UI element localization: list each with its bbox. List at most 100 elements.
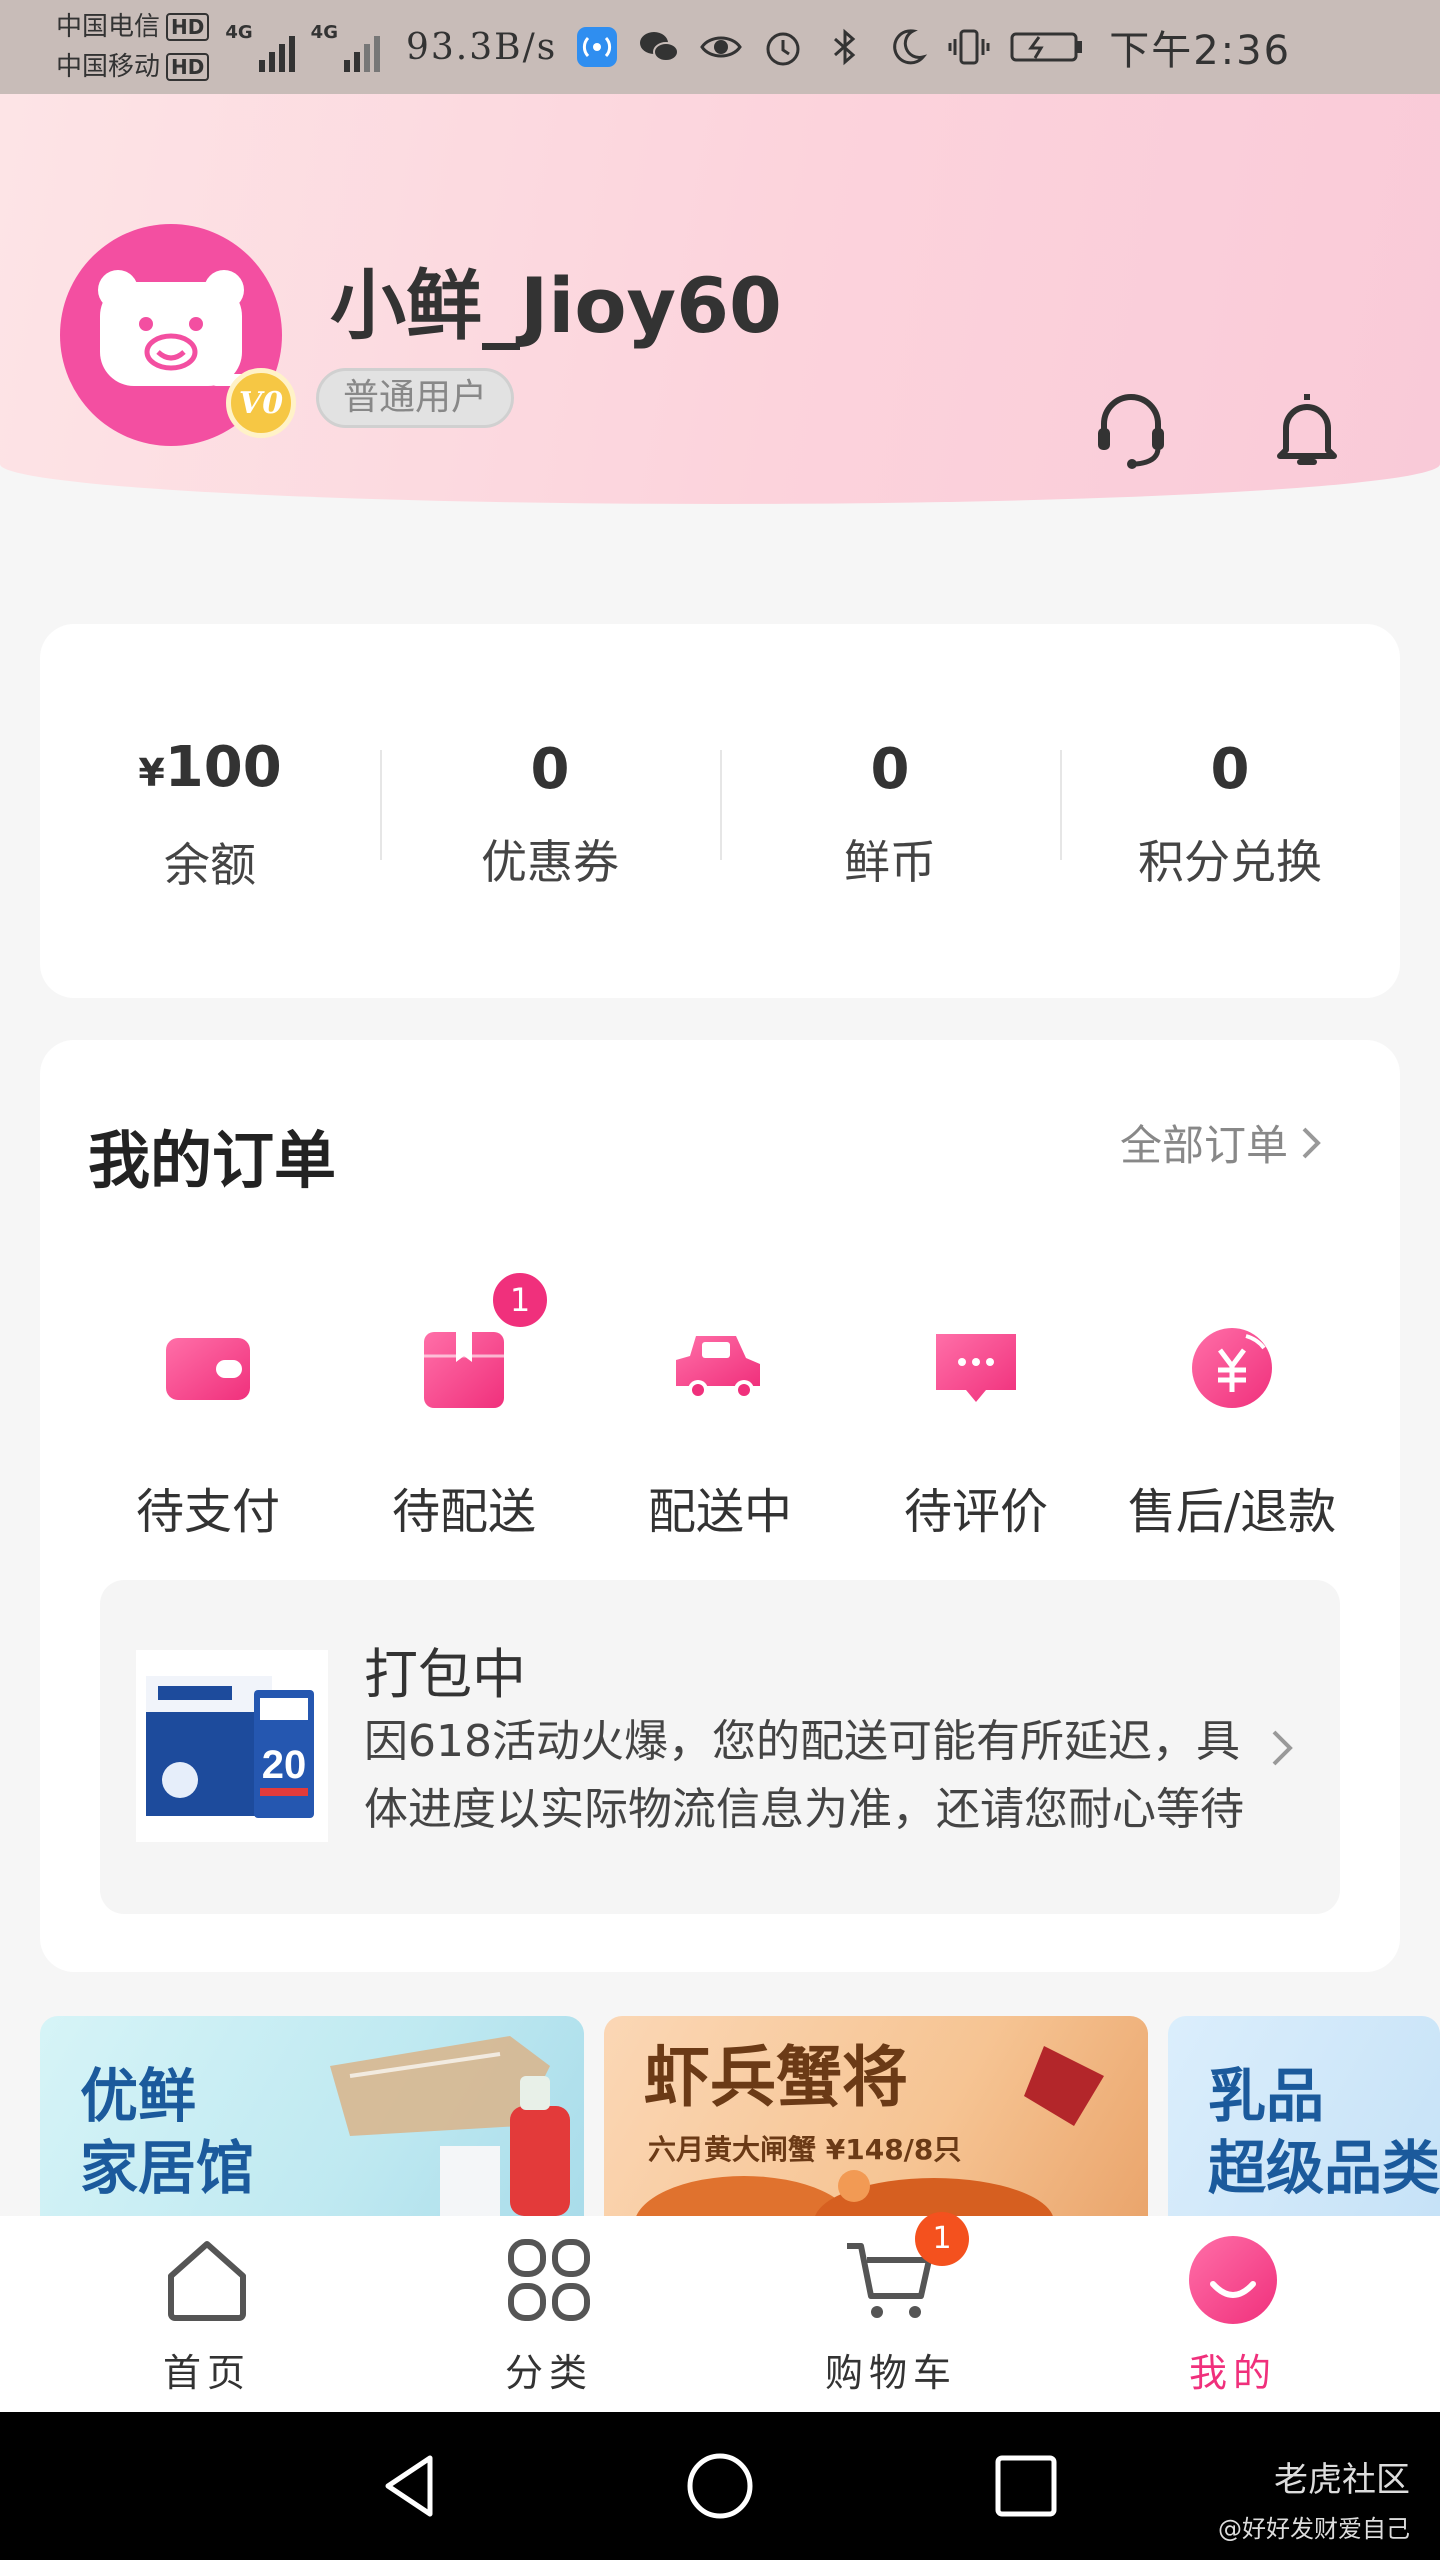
network-type: 4G bbox=[310, 22, 338, 43]
order-state-label: 配送中 bbox=[647, 1484, 792, 1540]
moon-icon bbox=[885, 25, 929, 69]
banner-title-line: 优鲜 bbox=[80, 2062, 197, 2130]
tab-label: 购物车 bbox=[824, 2350, 957, 2395]
asset-value: 0 bbox=[530, 737, 570, 802]
alarm-icon bbox=[761, 25, 805, 69]
package-icon: 1 bbox=[416, 1268, 552, 1416]
home-circle-icon[interactable] bbox=[682, 2448, 758, 2524]
assets-card: ¥100 余额 0 优惠券 0 鲜币 0 积分兑换 bbox=[40, 624, 1400, 998]
order-state-pending-review[interactable]: 待评价 bbox=[866, 1320, 1086, 1542]
carrier-info: 中国电信 HD 中国移动 HD bbox=[56, 7, 210, 87]
order-state-pending-delivery[interactable]: 1 待配送 bbox=[354, 1268, 574, 1542]
bluetooth-icon bbox=[823, 25, 867, 69]
eye-icon bbox=[699, 25, 743, 69]
tab-category[interactable]: 分类 bbox=[449, 2232, 649, 2397]
customer-service-icon[interactable] bbox=[1086, 384, 1176, 474]
orders-title: 我的订单 bbox=[88, 1124, 337, 1197]
order-states: 待支付 1 待配送 配送中 待评价 售后/退款 bbox=[40, 1268, 1400, 1542]
svg-text:20: 20 bbox=[262, 1743, 307, 1787]
refund-icon bbox=[1184, 1320, 1280, 1416]
order-state-pending-payment[interactable]: 待支付 bbox=[98, 1320, 318, 1542]
cookware-image-icon bbox=[330, 2036, 570, 2216]
shipment-title: 打包中 bbox=[364, 1643, 526, 1706]
back-icon[interactable] bbox=[374, 2448, 450, 2524]
watermark-author: @好好发财爱自己 bbox=[1218, 2515, 1410, 2543]
banner-title-line: 超级品类 bbox=[1208, 2134, 1440, 2202]
asset-label: 积分兑换 bbox=[1138, 835, 1322, 889]
asset-value: 0 bbox=[870, 737, 910, 802]
signal-icon: 4G bbox=[311, 22, 380, 72]
crab-image-icon bbox=[636, 2046, 1104, 2216]
user-level-tag: 普通用户 bbox=[316, 368, 515, 428]
delivery-truck-icon bbox=[672, 1320, 768, 1416]
net-speed: 93.3B/s bbox=[405, 26, 558, 68]
asset-label: 余额 bbox=[164, 837, 256, 892]
vip-level-badge: V0 bbox=[226, 368, 296, 438]
signal-icon: 4G bbox=[225, 22, 295, 72]
chevron-right-icon bbox=[1302, 1127, 1321, 1158]
chevron-right-icon bbox=[1272, 1730, 1293, 1766]
banner-title: 优鲜 家居馆 bbox=[80, 2060, 254, 2204]
tab-label: 首页 bbox=[162, 2350, 251, 2395]
balance-value: 100 bbox=[164, 734, 282, 800]
home-icon bbox=[159, 2232, 255, 2328]
profile-header: V0 小鲜_Jioy60 普通用户 bbox=[0, 94, 1440, 504]
wechat-icon bbox=[637, 25, 681, 69]
milk-box-image-icon: 20 bbox=[146, 1676, 314, 1818]
tab-label: 我的 bbox=[1188, 2350, 1277, 2395]
orders-card: 我的订单 全部订单 待支付 1 待配送 配送中 待评价 售后/退款 20 打包中… bbox=[40, 1040, 1400, 1972]
status-bar: 中国电信 HD 中国移动 HD 4G 4G 93.3B/s 下午2:36 bbox=[0, 0, 1440, 94]
tab-label: 分类 bbox=[504, 2350, 593, 2395]
tab-cart[interactable]: 1 购物车 bbox=[791, 2211, 991, 2397]
clock: 下午2:36 bbox=[1109, 28, 1292, 74]
tab-profile[interactable]: 我的 bbox=[1133, 2232, 1333, 2397]
hd-badge: HD bbox=[166, 13, 210, 41]
shipment-status-card[interactable]: 20 打包中 因618活动火爆，您的配送可能有所延迟，具体进度以实际物流信息为准… bbox=[100, 1580, 1340, 1914]
order-state-label: 待支付 bbox=[135, 1484, 280, 1540]
promo-banners: 优鲜 家居馆 虾兵蟹将 六月黄大闸蟹 ¥148/8只 乳品 超级品类 bbox=[40, 2016, 1440, 2216]
system-nav-bar: 老虎社区 @好好发财爱自己 bbox=[0, 2412, 1440, 2560]
recent-apps-icon[interactable] bbox=[988, 2448, 1064, 2524]
order-state-label: 售后/退款 bbox=[1127, 1484, 1337, 1540]
tab-home[interactable]: 首页 bbox=[107, 2232, 307, 2397]
notification-bell-icon[interactable] bbox=[1262, 384, 1352, 474]
banner-crab[interactable]: 虾兵蟹将 六月黄大闸蟹 ¥148/8只 bbox=[604, 2016, 1148, 2216]
currency-symbol: ¥ bbox=[138, 750, 165, 795]
username: 小鲜_Jioy60 bbox=[330, 261, 782, 350]
asset-value: 0 bbox=[1210, 737, 1250, 802]
banner-title-line: 乳品 bbox=[1208, 2062, 1325, 2130]
all-orders-link[interactable]: 全部订单 bbox=[1120, 1112, 1324, 1173]
asset-coupons[interactable]: 0 优惠券 bbox=[380, 730, 720, 892]
network-type: 4G bbox=[225, 22, 253, 43]
order-count-badge: 1 bbox=[488, 1268, 552, 1332]
watermark: 老虎社区 @好好发财爱自己 bbox=[1218, 2452, 1410, 2544]
order-state-label: 待配送 bbox=[391, 1484, 536, 1540]
product-thumbnail: 20 bbox=[136, 1650, 328, 1842]
banner-dairy[interactable]: 乳品 超级品类 bbox=[1168, 2016, 1440, 2216]
banner-title: 乳品 超级品类 bbox=[1208, 2060, 1440, 2204]
cart-count-badge: 1 bbox=[915, 2211, 969, 2266]
asset-coins[interactable]: 0 鲜币 bbox=[720, 730, 1060, 892]
order-state-delivering[interactable]: 配送中 bbox=[610, 1320, 830, 1542]
bottom-tab-bar: 首页 分类 1 购物车 我的 bbox=[0, 2211, 1440, 2412]
asset-balance[interactable]: ¥100 余额 bbox=[40, 728, 380, 895]
asset-label: 优惠券 bbox=[481, 835, 619, 889]
vibrate-icon bbox=[947, 25, 991, 69]
category-icon bbox=[501, 2232, 597, 2328]
hd-badge: HD bbox=[166, 53, 210, 81]
profile-icon bbox=[1185, 2232, 1281, 2328]
watermark-title: 老虎社区 bbox=[1274, 2460, 1410, 2500]
asset-value: ¥100 bbox=[40, 728, 380, 813]
banner-title-line: 家居馆 bbox=[80, 2134, 255, 2202]
shipment-description: 因618活动火爆，您的配送可能有所延迟，具体进度以实际物流信息为准，还请您耐心等… bbox=[364, 1716, 1244, 1835]
cart-icon: 1 bbox=[843, 2211, 969, 2328]
battery-icon bbox=[1009, 25, 1085, 69]
banner-home-goods[interactable]: 优鲜 家居馆 bbox=[40, 2016, 584, 2216]
asset-label: 鲜币 bbox=[844, 835, 936, 889]
carrier-1: 中国电信 bbox=[56, 12, 161, 42]
order-state-label: 待评价 bbox=[903, 1484, 1048, 1540]
asset-points[interactable]: 0 积分兑换 bbox=[1060, 730, 1400, 892]
comment-icon bbox=[928, 1320, 1024, 1416]
order-state-refund[interactable]: 售后/退款 bbox=[1122, 1320, 1342, 1542]
carrier-2: 中国移动 bbox=[56, 52, 161, 82]
